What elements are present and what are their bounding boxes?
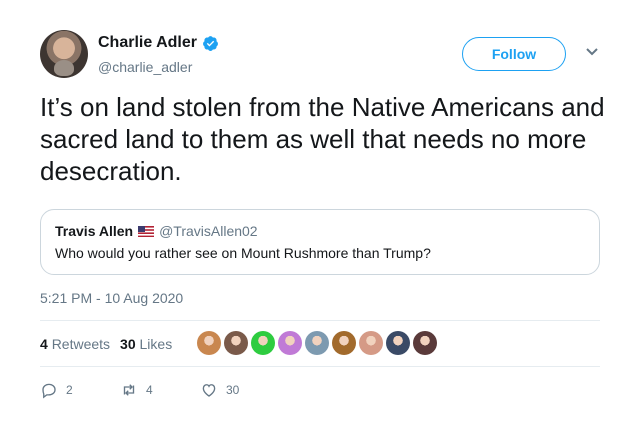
- liker-avatar[interactable]: [197, 331, 221, 355]
- liker-avatar[interactable]: [386, 331, 410, 355]
- quoted-tweet-text: Who would you rather see on Mount Rushmo…: [55, 245, 431, 261]
- retweets-count: 4: [40, 336, 48, 352]
- reply-icon: [42, 383, 56, 399]
- tweet-text: It’s on land stolen from the Native Amer…: [40, 92, 605, 186]
- retweet-icon: [123, 384, 135, 396]
- quoted-tweet-card[interactable]: Travis Allen @TravisAllen02 Who would yo…: [40, 209, 600, 275]
- divider: [40, 366, 600, 367]
- like-button[interactable]: 30: [200, 381, 280, 399]
- quoted-author-handle: @TravisAllen02: [159, 223, 258, 239]
- liker-avatar[interactable]: [224, 331, 248, 355]
- liker-avatar[interactable]: [332, 331, 356, 355]
- reply-button[interactable]: 2: [40, 381, 120, 399]
- quoted-author-name: Travis Allen: [55, 223, 134, 239]
- retweet-button[interactable]: 4: [120, 381, 200, 399]
- liker-avatar[interactable]: [305, 331, 329, 355]
- divider: [40, 320, 600, 321]
- author-name-row: Charlie Adler: [98, 34, 219, 52]
- quoted-tweet-header: Travis Allen @TravisAllen02: [55, 223, 258, 239]
- likers-avatars: [197, 331, 437, 355]
- author-handle[interactable]: @charlie_adler: [98, 59, 192, 75]
- like-count: 30: [226, 383, 240, 397]
- verified-badge-icon: [203, 35, 218, 51]
- liker-avatar[interactable]: [278, 331, 302, 355]
- likes-count: 30: [120, 336, 136, 352]
- tweet-stats: 4 Retweets 30 Likes: [40, 336, 172, 352]
- tweet-actions: 2 4 30: [40, 381, 280, 399]
- liker-avatar[interactable]: [413, 331, 437, 355]
- us-flag-icon: [138, 225, 155, 237]
- liker-avatar[interactable]: [251, 331, 275, 355]
- likes-stat[interactable]: 30 Likes: [120, 336, 172, 352]
- reply-count: 2: [66, 383, 73, 397]
- retweets-stat[interactable]: 4 Retweets: [40, 336, 110, 352]
- follow-button[interactable]: Follow: [462, 37, 566, 71]
- likes-label: Likes: [139, 336, 173, 352]
- retweet-count: 4: [146, 383, 153, 397]
- chevron-down-icon[interactable]: [585, 47, 599, 57]
- liker-avatar[interactable]: [359, 331, 383, 355]
- author-display-name[interactable]: Charlie Adler: [98, 34, 197, 52]
- retweets-label: Retweets: [51, 336, 111, 352]
- tweet-timestamp[interactable]: 5:21 PM - 10 Aug 2020: [40, 290, 183, 306]
- heart-icon: [202, 384, 216, 397]
- author-avatar[interactable]: [40, 30, 88, 78]
